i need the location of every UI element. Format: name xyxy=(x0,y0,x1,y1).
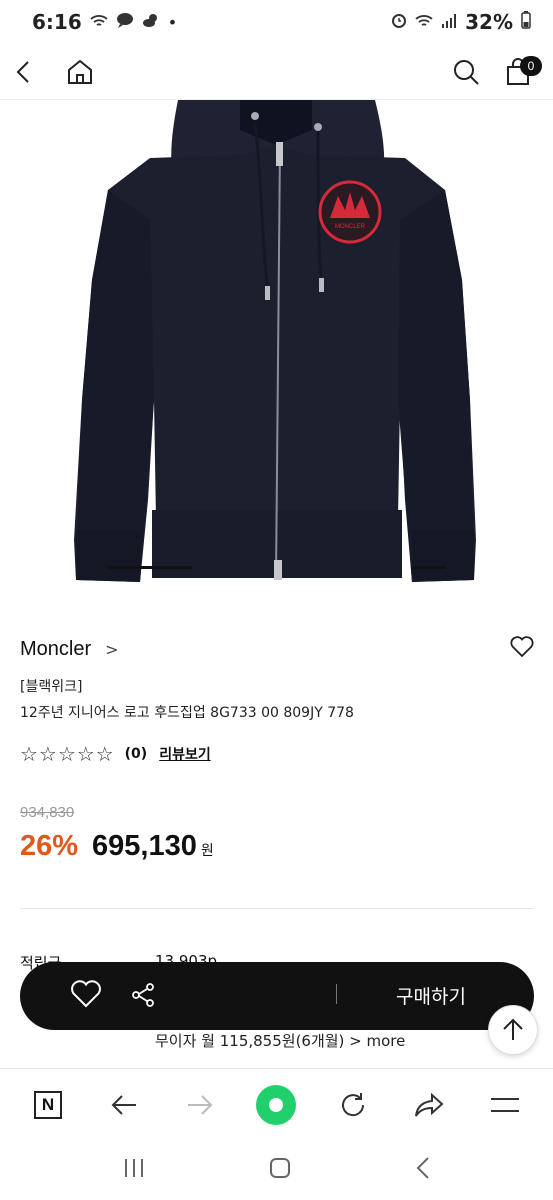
green-circle-icon xyxy=(256,1084,297,1125)
cart-count-badge: 0 xyxy=(520,56,542,76)
heart-icon xyxy=(71,980,101,1008)
currency-unit: 원 xyxy=(200,843,214,859)
share-button[interactable] xyxy=(130,982,156,1012)
home-nav-button[interactable] xyxy=(269,1157,291,1183)
hoodie-image: MONCLER xyxy=(74,100,476,582)
home-button[interactable] xyxy=(62,54,98,90)
arrow-left-icon xyxy=(111,1094,137,1115)
dot-icon: • xyxy=(167,12,178,32)
browser-back-button[interactable] xyxy=(102,1083,146,1127)
battery-percent: 32% xyxy=(465,10,513,34)
system-navigation xyxy=(0,1140,553,1200)
search-button[interactable] xyxy=(448,54,484,90)
refresh-button[interactable] xyxy=(331,1083,375,1127)
back-chevron-icon xyxy=(416,1157,429,1179)
product-name: 12주년 지니어스 로고 후드집업 8G733 00 809JY 778 xyxy=(20,705,354,721)
chevron-right-icon: > xyxy=(105,639,119,659)
arrow-right-icon xyxy=(188,1094,213,1115)
share-icon xyxy=(132,983,154,1007)
battery-icon xyxy=(521,11,531,33)
signal-icon xyxy=(441,13,457,32)
status-bar: 6:16 • 32% xyxy=(0,0,553,44)
browser-share-button[interactable] xyxy=(407,1083,451,1127)
back-nav-button[interactable] xyxy=(415,1156,431,1184)
carousel-indicator-active xyxy=(108,566,192,569)
messenger-icon xyxy=(116,12,134,32)
review-count: (0) xyxy=(124,746,148,762)
buy-button[interactable]: 구매하기 xyxy=(396,982,466,1009)
arrow-up-icon xyxy=(503,1018,523,1040)
wifi-icon xyxy=(90,13,108,32)
brand-row: Moncler > xyxy=(20,636,534,662)
original-price: 934,830 xyxy=(20,804,75,821)
wifi-status-icon xyxy=(415,13,433,32)
heart-icon xyxy=(510,636,534,658)
installment-info[interactable]: 무이자 월 115,855원(6개월) > more xyxy=(155,1030,405,1051)
menu-button[interactable] xyxy=(483,1083,527,1127)
buy-bar: 구매하기 xyxy=(20,962,534,1030)
hamburger-menu-icon xyxy=(490,1097,519,1112)
clock: 6:16 xyxy=(32,10,82,34)
naver-n-icon: N xyxy=(34,1090,63,1119)
home-icon xyxy=(68,59,92,84)
rating-stars: ☆☆☆☆☆ xyxy=(20,742,115,766)
cart-button[interactable]: 0 xyxy=(500,54,542,90)
rating-row: ☆☆☆☆☆ (0) 리뷰보기 xyxy=(20,742,211,766)
svg-text:MONCLER: MONCLER xyxy=(335,224,366,230)
price-row: 26% 695,130 원 xyxy=(20,830,214,863)
recents-icon xyxy=(124,1159,143,1177)
alarm-icon xyxy=(391,12,407,32)
buybar-wishlist-button[interactable] xyxy=(70,980,102,1012)
carousel-indicator xyxy=(412,566,446,569)
refresh-icon xyxy=(341,1092,364,1116)
wishlist-button[interactable] xyxy=(510,636,534,662)
weather-icon xyxy=(142,12,160,32)
back-button[interactable] xyxy=(6,54,42,90)
browser-toolbar: N xyxy=(0,1068,553,1140)
scroll-top-button[interactable] xyxy=(488,1005,538,1055)
buybar-separator xyxy=(336,984,337,1004)
product-image[interactable]: MONCLER xyxy=(0,100,553,592)
naver-button[interactable]: N xyxy=(26,1083,70,1127)
green-dot-button[interactable] xyxy=(254,1083,298,1127)
sale-price: 695,130 xyxy=(92,830,197,862)
discount-rate: 26% xyxy=(20,830,79,862)
home-square-icon xyxy=(270,1158,291,1178)
divider xyxy=(20,908,534,909)
brand-link[interactable]: Moncler > xyxy=(20,638,119,661)
promo-tag: [블랙위크] xyxy=(20,679,83,695)
brand-name: Moncler xyxy=(20,637,92,660)
recents-button[interactable] xyxy=(122,1157,146,1183)
review-link[interactable]: 리뷰보기 xyxy=(159,744,211,764)
top-nav: 0 xyxy=(0,44,553,100)
share-arrow-icon xyxy=(414,1092,444,1117)
search-icon xyxy=(454,60,479,85)
browser-forward-button[interactable] xyxy=(178,1083,222,1127)
chevron-left-icon xyxy=(16,61,29,83)
